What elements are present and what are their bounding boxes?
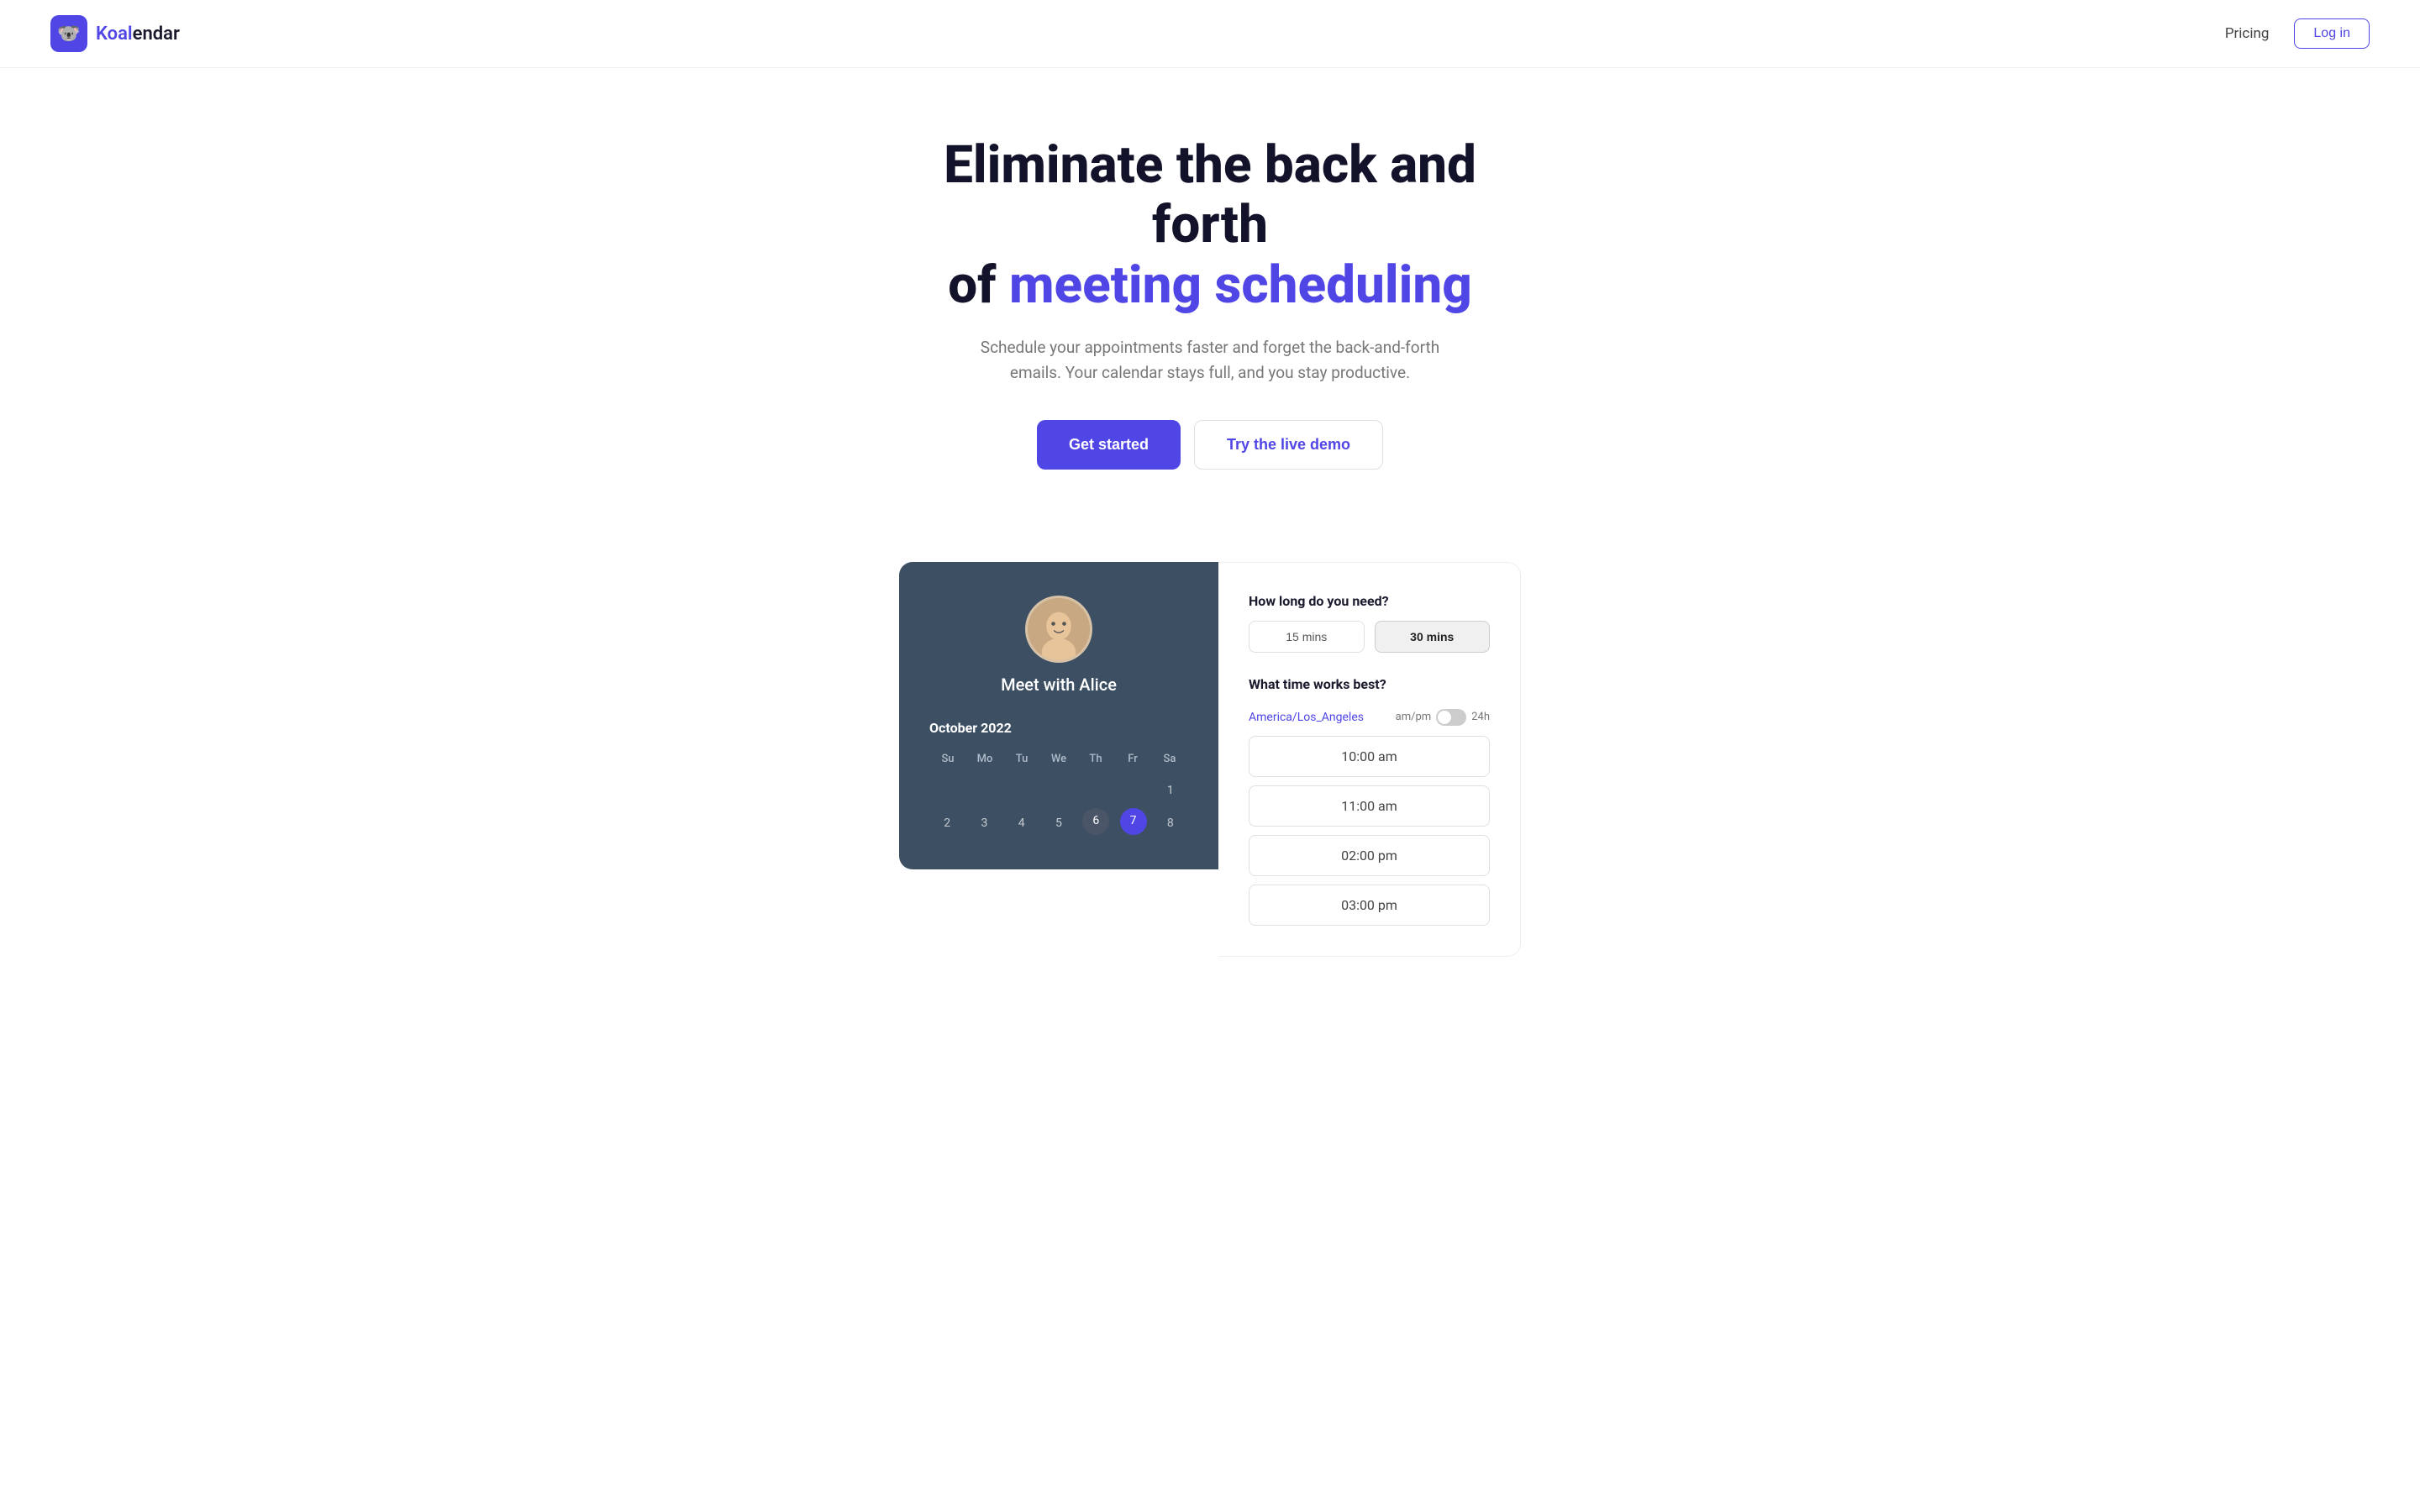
cal-day-2[interactable]: 2: [929, 808, 965, 839]
avatar: [1025, 596, 1092, 663]
cal-day-6[interactable]: 6: [1082, 808, 1109, 835]
demo-section: Meet with Alice October 2022 Su Mo Tu We…: [748, 562, 1672, 957]
hero-title-line2-accent: meeting scheduling: [1009, 255, 1472, 316]
ampm-toggle: am/pm 24h: [1396, 709, 1490, 726]
schedule-panel: How long do you need? 15 mins 30 mins Wh…: [1218, 562, 1521, 957]
day-header-mo: Mo: [966, 749, 1003, 769]
hero-section: Eliminate the back and forth of meeting …: [0, 68, 2420, 562]
time-slot-1500[interactable]: 03:00 pm: [1249, 885, 1490, 926]
day-header-sa: Sa: [1151, 749, 1188, 769]
time-label: What time works best?: [1249, 676, 1386, 692]
calendar-month: October 2022: [929, 720, 1188, 736]
time-slot-1100[interactable]: 11:00 am: [1249, 785, 1490, 827]
day-header-fr: Fr: [1114, 749, 1151, 769]
pricing-link[interactable]: Pricing: [2225, 25, 2270, 42]
logo-icon: 🐨: [50, 15, 87, 52]
cal-day-7[interactable]: 7: [1120, 808, 1147, 835]
calendar-days: 1 2 3 4 5 6 7 8: [929, 775, 1188, 839]
cal-day-8[interactable]: 8: [1153, 808, 1188, 839]
day-header-we: We: [1040, 749, 1077, 769]
cal-day-1[interactable]: 1: [1153, 775, 1188, 806]
navbar: 🐨 Koalendar Pricing Log in: [0, 0, 2420, 68]
duration-30-button[interactable]: 30 mins: [1375, 621, 1491, 653]
logo-text-bold: Koal: [96, 24, 133, 45]
24h-toggle[interactable]: [1436, 709, 1466, 726]
time-section-header: What time works best?: [1249, 676, 1490, 704]
nav-right: Pricing Log in: [2225, 18, 2370, 49]
time-slot-1400[interactable]: 02:00 pm: [1249, 835, 1490, 876]
hero-subtitle: Schedule your appointments faster and fo…: [966, 335, 1454, 386]
day-header-th: Th: [1077, 749, 1114, 769]
cal-day-5[interactable]: 5: [1041, 808, 1076, 839]
cal-day-3[interactable]: 3: [966, 808, 1002, 839]
duration-options: 15 mins 30 mins: [1249, 621, 1490, 653]
calendar-headers: Su Mo Tu We Th Fr Sa: [929, 749, 1188, 769]
time-slots: 10:00 am 11:00 am 02:00 pm 03:00 pm: [1249, 736, 1490, 926]
timezone-link[interactable]: America/Los_Angeles: [1249, 711, 1364, 724]
cal-day-4[interactable]: 4: [1004, 808, 1039, 839]
logo-text-rest: endar: [133, 24, 180, 45]
hero-buttons: Get started Try the live demo: [17, 420, 2403, 470]
hero-title-line1: Eliminate the back and forth: [944, 134, 1476, 255]
profile-name: Meet with Alice: [1001, 675, 1117, 695]
hero-title: Eliminate the back and forth of meeting …: [895, 135, 1525, 315]
logo[interactable]: 🐨 Koalendar: [50, 15, 180, 52]
hero-title-line2-plain: of: [948, 255, 1009, 316]
calendar-panel: Meet with Alice October 2022 Su Mo Tu We…: [899, 562, 1218, 869]
duration-label: How long do you need?: [1249, 593, 1490, 609]
calendar-grid: Su Mo Tu We Th Fr Sa 1 2 3 4 5 6: [929, 749, 1188, 839]
profile-area: Meet with Alice: [929, 596, 1188, 695]
time-slot-1000[interactable]: 10:00 am: [1249, 736, 1490, 777]
day-header-su: Su: [929, 749, 966, 769]
get-started-button[interactable]: Get started: [1037, 420, 1181, 470]
login-button[interactable]: Log in: [2294, 18, 2370, 49]
duration-15-button[interactable]: 15 mins: [1249, 621, 1365, 653]
live-demo-button[interactable]: Try the live demo: [1194, 420, 1383, 470]
day-header-tu: Tu: [1003, 749, 1040, 769]
24h-label: 24h: [1471, 711, 1490, 723]
ampm-label: am/pm: [1396, 711, 1432, 723]
logo-text: Koalendar: [96, 24, 180, 45]
